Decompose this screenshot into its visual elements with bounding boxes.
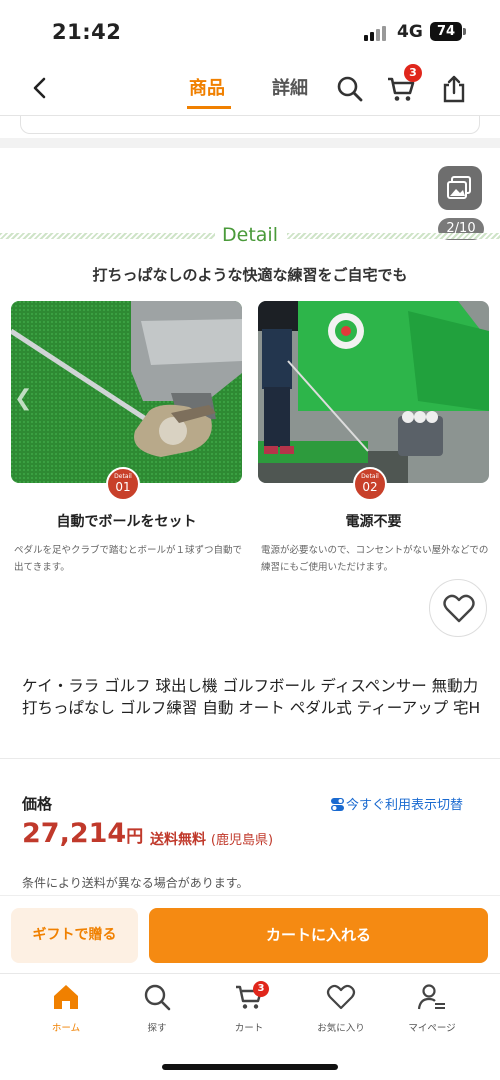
shipping-note: 条件により送料が異なる場合があります。 — [22, 876, 249, 890]
signal-icon — [364, 25, 390, 41]
feature-badge-1: Detail 01 — [106, 467, 140, 501]
tabbar-mypage[interactable]: マイページ — [392, 982, 472, 1034]
tabbar-home[interactable]: ホーム — [26, 982, 106, 1034]
share-icon[interactable] — [439, 74, 469, 104]
purchase-action-bar: ギフトで贈る カートに入れる — [0, 895, 500, 973]
detail-heading: Detail — [222, 224, 278, 246]
back-arrow-icon[interactable] — [26, 74, 54, 102]
product-photo-1 — [11, 301, 242, 483]
feature-desc-1: ペダルを足やクラブで踏むとボールが１球ずつ自動で出てきます。 — [14, 545, 243, 573]
section-separator — [0, 138, 500, 148]
battery-icon: 74 — [430, 22, 466, 41]
tabbar-search[interactable]: 探す — [117, 982, 197, 1034]
feature-badge-2: Detail 02 — [353, 467, 387, 501]
heart-icon — [326, 984, 356, 1010]
network-type: 4G — [397, 22, 423, 42]
feature-title-1: 自動でボールをセット — [56, 514, 197, 530]
gallery-button[interactable] — [438, 166, 482, 210]
favorite-button[interactable] — [429, 579, 487, 637]
search-icon — [144, 984, 171, 1011]
home-icon — [54, 985, 78, 1009]
toggle-icon — [331, 798, 344, 811]
heart-icon — [443, 594, 475, 623]
status-bar: 21:42 4G 74 — [0, 0, 500, 62]
price-value: 27,214円 — [22, 818, 144, 849]
tab-detail[interactable]: 詳細 — [272, 74, 308, 100]
user-icon — [417, 984, 445, 1010]
price-label: 価格 — [22, 795, 53, 813]
cart-count-badge: 3 — [404, 64, 422, 82]
status-time: 21:42 — [52, 20, 122, 44]
gallery-prev-icon[interactable]: ❮ — [14, 386, 32, 411]
feature-desc-2: 電源が必要ないので、コンセントがない屋外などでの練習にもご使用いただけます。 — [261, 545, 489, 573]
divider — [0, 758, 500, 759]
tabbar-favorites[interactable]: お気に入り — [301, 982, 381, 1034]
active-tab-indicator — [187, 106, 231, 109]
tabbar-cart-badge: 3 — [253, 981, 269, 997]
search-icon[interactable] — [335, 74, 365, 104]
tabbar-cart[interactable]: カート 3 — [209, 981, 289, 1034]
tab-product[interactable]: 商品 — [189, 74, 225, 100]
previous-card-edge — [20, 116, 480, 134]
display-switch-link[interactable]: 今すぐ利用表示切替 — [331, 794, 463, 813]
home-indicator — [162, 1064, 338, 1070]
product-title: ケイ・ララ ゴルフ 球出し機 ゴルフボール ディスペンサー 無動力 打ちっぱなし… — [22, 677, 481, 717]
image-headline: 打ちっぱなしのような快適な練習をご自宅でも — [92, 266, 408, 284]
feature-title-2: 電源不要 — [345, 514, 402, 530]
shipping-info: 送料無料 (鹿児島県) — [150, 832, 274, 848]
product-photo-2 — [258, 301, 489, 483]
gift-button[interactable]: ギフトで贈る — [11, 908, 138, 963]
image-gallery-icon — [447, 176, 471, 199]
top-nav: 商品 詳細 — [0, 62, 500, 114]
add-to-cart-button[interactable]: カートに入れる — [149, 908, 488, 963]
